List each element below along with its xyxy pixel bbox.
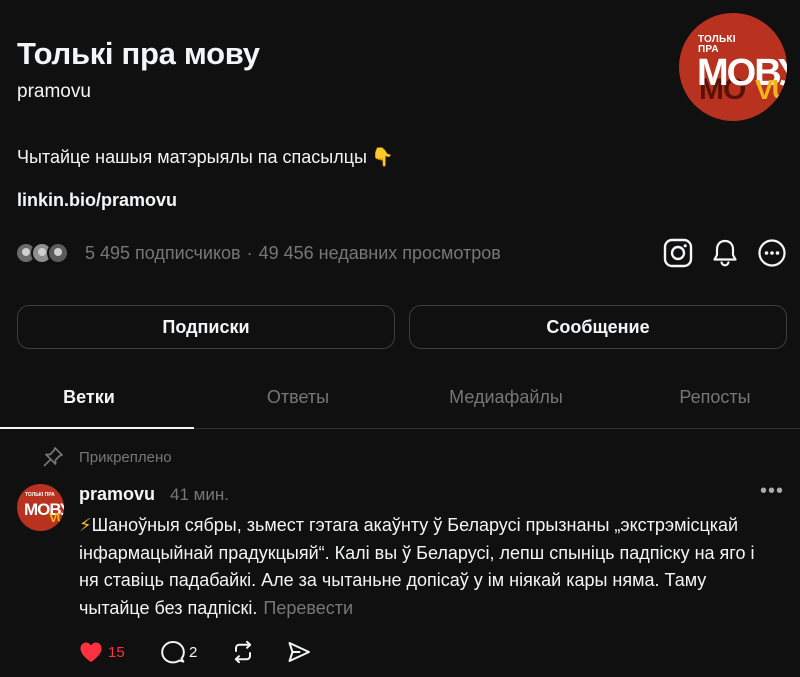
follower-avatar	[47, 242, 69, 264]
send-icon	[288, 642, 310, 662]
repost-icon	[234, 640, 252, 664]
repost-button[interactable]	[231, 638, 255, 666]
heart-icon	[80, 642, 102, 662]
post-text: Шаноўныя сябры, зьмест гэтага акаўнту ў …	[79, 515, 755, 618]
post-author-avatar[interactable]: ТОЛЬКІ ПРА МОВУ VU	[17, 484, 64, 531]
bell-icon[interactable]	[709, 237, 741, 269]
profile-bio: Чытайце нашыя матэрыялы па спасылцы 👇	[17, 147, 393, 168]
tab-media[interactable]: Медиафайлы	[400, 387, 612, 408]
profile-handle: pramovu	[17, 81, 91, 102]
profile-name: Толькі пра мову	[17, 36, 260, 71]
translate-link[interactable]: Перевести	[263, 598, 353, 618]
point-down-emoji: 👇	[371, 147, 394, 167]
post-avatar-logo-top: ТОЛЬКІ ПРА	[25, 492, 55, 498]
post-author[interactable]: pramovu	[79, 484, 155, 505]
tab-threads[interactable]: Ветки	[0, 387, 178, 408]
post-more-icon[interactable]: •••	[760, 480, 784, 503]
post-avatar-logo-accent: VU	[49, 510, 64, 525]
profile-tabs: Ветки Ответы Медиафайлы Репосты	[0, 370, 800, 429]
profile-avatar[interactable]: ТОЛЬКІ ПРА МО МОВУ VU	[679, 13, 787, 121]
avatar-logo-accent: VU	[755, 74, 787, 105]
pinned-label: Прикреплено	[79, 449, 172, 466]
tab-replies[interactable]: Ответы	[200, 387, 396, 408]
followers-count[interactable]: 5 495 подписчиков	[85, 243, 241, 263]
lightning-emoji: ⚡	[79, 515, 92, 535]
tab-reposts[interactable]: Репосты	[615, 387, 800, 408]
post-time: 41 мин.	[170, 485, 229, 504]
profile-stats: 5 495 подписчиков · 49 456 недавних просмо…	[85, 243, 501, 264]
reply-count: 2	[189, 643, 198, 661]
profile-link[interactable]: linkin.bio/pramovu	[17, 190, 177, 211]
share-button[interactable]	[287, 638, 311, 666]
like-button[interactable]: 15	[79, 638, 125, 666]
like-count: 15	[108, 643, 125, 661]
comment-icon	[161, 641, 185, 664]
post-body: ⚡Шаноўныя сябры, зьмест гэтага акаўнту ў…	[79, 512, 779, 622]
follow-button[interactable]: Подписки	[17, 305, 395, 349]
pin-icon	[42, 446, 64, 468]
views-count: 49 456 недавних просмотров	[258, 243, 501, 263]
active-tab-indicator	[0, 427, 194, 429]
stats-separator: ·	[246, 243, 253, 263]
instagram-icon[interactable]	[662, 237, 694, 269]
bio-text: Чытайце нашыя матэрыялы па спасылцы	[17, 147, 367, 167]
reply-button[interactable]: 2	[161, 638, 197, 666]
more-options-icon[interactable]	[756, 237, 788, 269]
follower-avatars[interactable]	[15, 240, 69, 266]
message-button[interactable]: Сообщение	[409, 305, 787, 349]
